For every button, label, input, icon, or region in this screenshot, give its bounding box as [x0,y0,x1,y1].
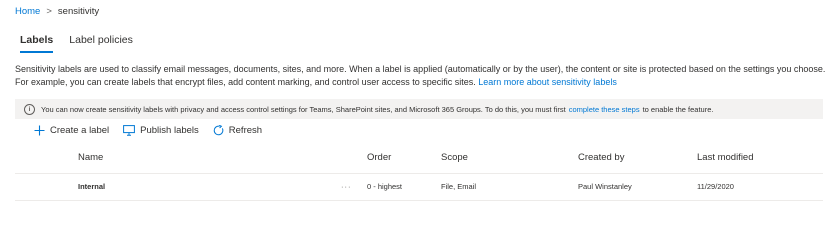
column-header-order[interactable]: Order [367,152,391,163]
banner-text: You can now create sensitivity labels wi… [41,104,566,114]
column-header-last-modified[interactable]: Last modified [697,152,754,163]
create-label-button[interactable]: Create a label [34,125,109,136]
create-label-text: Create a label [50,125,110,136]
table-header: Name Order Scope Created by Last modifie… [0,152,840,166]
learn-more-link[interactable]: Learn more about sensitivity labels [478,77,617,87]
more-options-icon[interactable]: ··· [341,182,352,191]
info-icon: i [24,103,35,115]
info-banner: i You can now create sensitivity labels … [15,99,823,119]
column-header-created-by[interactable]: Created by [578,152,624,163]
breadcrumb: Home > sensitivity [15,6,99,17]
row-last-modified: 11/29/2020 [697,182,734,191]
row-scope: File, Email [441,182,477,191]
tab-bar: Labels Label policies [20,34,133,53]
refresh-button[interactable]: Refresh [213,125,262,136]
tab-label-policies[interactable]: Label policies [69,34,133,53]
breadcrumb-separator: > [46,6,52,17]
publish-labels-button[interactable]: Publish labels [123,125,199,136]
banner-text-end: to enable the feature. [642,104,714,114]
plus-icon [34,125,45,136]
row-created-by: Paul Winstanley [578,182,632,191]
row-name[interactable]: Internal [78,182,105,191]
tab-labels[interactable]: Labels [20,34,54,53]
table-row[interactable]: Internal ··· 0 - highest File, Email Pau… [15,173,823,201]
command-bar: Create a label Publish labels Refresh [34,125,262,136]
row-order: 0 - highest [367,182,403,191]
breadcrumb-current: sensitivity [57,6,100,17]
monitor-icon [123,125,136,136]
refresh-text: Refresh [228,125,263,136]
column-header-name[interactable]: Name [78,152,103,163]
refresh-icon [213,125,224,136]
complete-steps-link[interactable]: complete these steps [569,105,640,114]
page-description: Sensitivity labels are used to classify … [15,63,827,88]
description-text: Sensitivity labels are used to classify … [15,64,826,87]
column-header-scope[interactable]: Scope [441,152,468,163]
breadcrumb-home-link[interactable]: Home [15,6,40,17]
publish-labels-text: Publish labels [140,125,199,136]
